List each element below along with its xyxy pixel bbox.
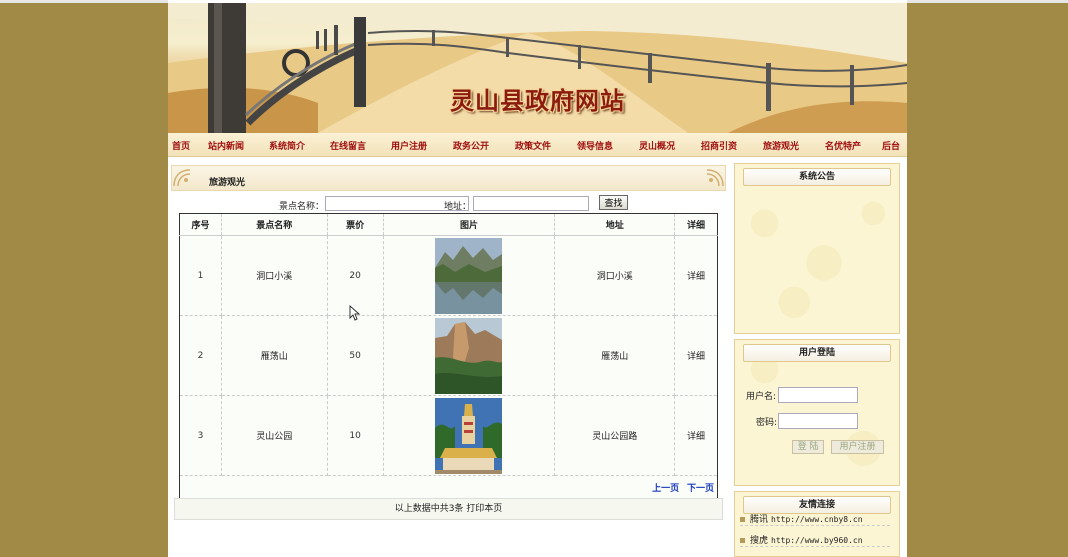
pager-row: 上一页 下一页 <box>180 476 718 499</box>
pager-cell: 上一页 下一页 <box>180 476 718 499</box>
main-content: 旅游观光 景点名称： 地址： 查找 序号 景点名称 票价 图片 地址 详细 1 … <box>171 163 726 557</box>
row-price: 10 <box>327 395 384 476</box>
nav-item-register[interactable]: 用户注册 <box>391 139 427 152</box>
row-image-cell <box>383 395 556 476</box>
river-valley-photo[interactable] <box>435 237 503 314</box>
nav-item-tourism[interactable]: 旅游观光 <box>763 139 799 152</box>
row-name: 洞口小溪 <box>221 235 328 316</box>
notice-panel-title: 系统公告 <box>743 168 891 186</box>
sidebar: 系统公告 用户登陆 用户名: 密码: 登 陆 用户注册 友情连接 腾讯 http:… <box>734 163 900 557</box>
register-button[interactable]: 用户注册 <box>831 440 884 454</box>
row-detail-link[interactable]: 详细 <box>674 395 718 476</box>
col-header-no: 序号 <box>179 213 222 236</box>
temple-tower-photo[interactable] <box>435 397 503 474</box>
password-input[interactable] <box>778 413 858 429</box>
table-row: 2 雁荡山 50 雁荡山 详细 <box>179 315 718 396</box>
row-detail-link[interactable]: 详细 <box>674 235 718 316</box>
friend-link-url: http://www.cnby8.cn <box>771 515 863 524</box>
login-button[interactable]: 登 陆 <box>792 440 824 454</box>
password-label: 密码: <box>756 418 778 428</box>
table-header-row: 序号 景点名称 票价 图片 地址 详细 <box>179 213 718 236</box>
search-address-input[interactable] <box>473 196 589 211</box>
friend-link-name: 搜虎 <box>750 536 769 546</box>
row-detail-link[interactable]: 详细 <box>674 315 718 396</box>
nav-item-policy[interactable]: 政策文件 <box>515 139 551 152</box>
mountain-cliff-photo[interactable] <box>435 317 503 394</box>
col-header-price: 票价 <box>327 213 384 236</box>
main-nav: 首页 站内新闻 系统简介 在线留言 用户注册 政务公开 政策文件 领导信息 灵山… <box>168 133 907 157</box>
friend-link[interactable]: 搜虎 http://www.by960.cn <box>740 533 890 547</box>
nav-item-guestbook[interactable]: 在线留言 <box>330 139 366 152</box>
bullet-icon <box>740 538 745 543</box>
login-panel-title: 用户登陆 <box>743 344 891 362</box>
table-row: 3 灵山公园 10 灵山公园路 详细 <box>179 395 718 476</box>
section-header: 旅游观光 <box>171 165 726 191</box>
search-bar: 景点名称： 地址： 查找 <box>171 194 726 214</box>
notice-panel: 系统公告 <box>734 163 900 334</box>
nav-item-overview[interactable]: 灵山概况 <box>639 139 675 152</box>
row-no: 3 <box>179 395 222 476</box>
row-image-cell <box>383 235 556 316</box>
row-address: 灵山公园路 <box>554 395 676 476</box>
search-address-label: 地址： <box>444 202 472 212</box>
site-title: 灵山县政府网站 <box>450 86 625 115</box>
nav-item-home[interactable]: 首页 <box>172 139 190 152</box>
friend-link-name: 腾讯 <box>750 515 769 525</box>
friend-link[interactable]: 腾讯 http://www.cnby8.cn <box>740 512 890 526</box>
section-title: 旅游观光 <box>209 178 246 188</box>
search-name-label: 景点名称： <box>279 202 325 212</box>
nav-item-investment[interactable]: 招商引资 <box>701 139 737 152</box>
search-button[interactable]: 查找 <box>599 195 628 210</box>
friend-link-url: http://www.by960.cn <box>771 536 863 545</box>
row-no: 1 <box>179 235 222 316</box>
page-container: 灵山县政府网站 首页 站内新闻 系统简介 在线留言 用户注册 政务公开 政策文件… <box>168 0 907 557</box>
record-count-note: 以上数据中共3条 打印本页 <box>174 498 723 520</box>
username-input[interactable] <box>778 387 858 403</box>
bullet-icon <box>740 517 745 522</box>
prev-page-link[interactable]: 上一页 <box>652 484 679 494</box>
ornament-right-icon <box>706 169 724 187</box>
row-image-cell <box>383 315 556 396</box>
nav-item-intro[interactable]: 系统简介 <box>269 139 305 152</box>
nav-item-public-affairs[interactable]: 政务公开 <box>453 139 489 152</box>
row-address: 洞口小溪 <box>554 235 676 316</box>
site-banner: 灵山县政府网站 <box>168 3 907 133</box>
row-name: 雁荡山 <box>221 315 328 396</box>
row-address: 雁荡山 <box>554 315 676 396</box>
nav-item-news[interactable]: 站内新闻 <box>208 139 244 152</box>
table-row: 1 洞口小溪 20 洞口小溪 详细 <box>179 235 718 316</box>
attractions-table: 序号 景点名称 票价 图片 地址 详细 1 洞口小溪 20 洞口小溪 详细 2 … <box>179 213 718 499</box>
col-header-detail: 详细 <box>674 213 718 236</box>
nav-item-admin[interactable]: 后台 <box>882 139 900 152</box>
nav-item-leaders[interactable]: 领导信息 <box>577 139 613 152</box>
col-header-address: 地址 <box>554 213 676 236</box>
row-price: 20 <box>327 235 384 316</box>
col-header-name: 景点名称 <box>221 213 328 236</box>
row-name: 灵山公园 <box>221 395 328 476</box>
row-no: 2 <box>179 315 222 396</box>
col-header-image: 图片 <box>383 213 556 236</box>
username-label: 用户名: <box>746 392 777 402</box>
row-price: 50 <box>327 315 384 396</box>
mouse-cursor-icon <box>349 305 361 321</box>
ornament-left-icon <box>173 169 191 187</box>
nav-item-products[interactable]: 名优特产 <box>825 139 861 152</box>
next-page-link[interactable]: 下一页 <box>687 484 714 494</box>
floral-pattern <box>750 201 886 319</box>
